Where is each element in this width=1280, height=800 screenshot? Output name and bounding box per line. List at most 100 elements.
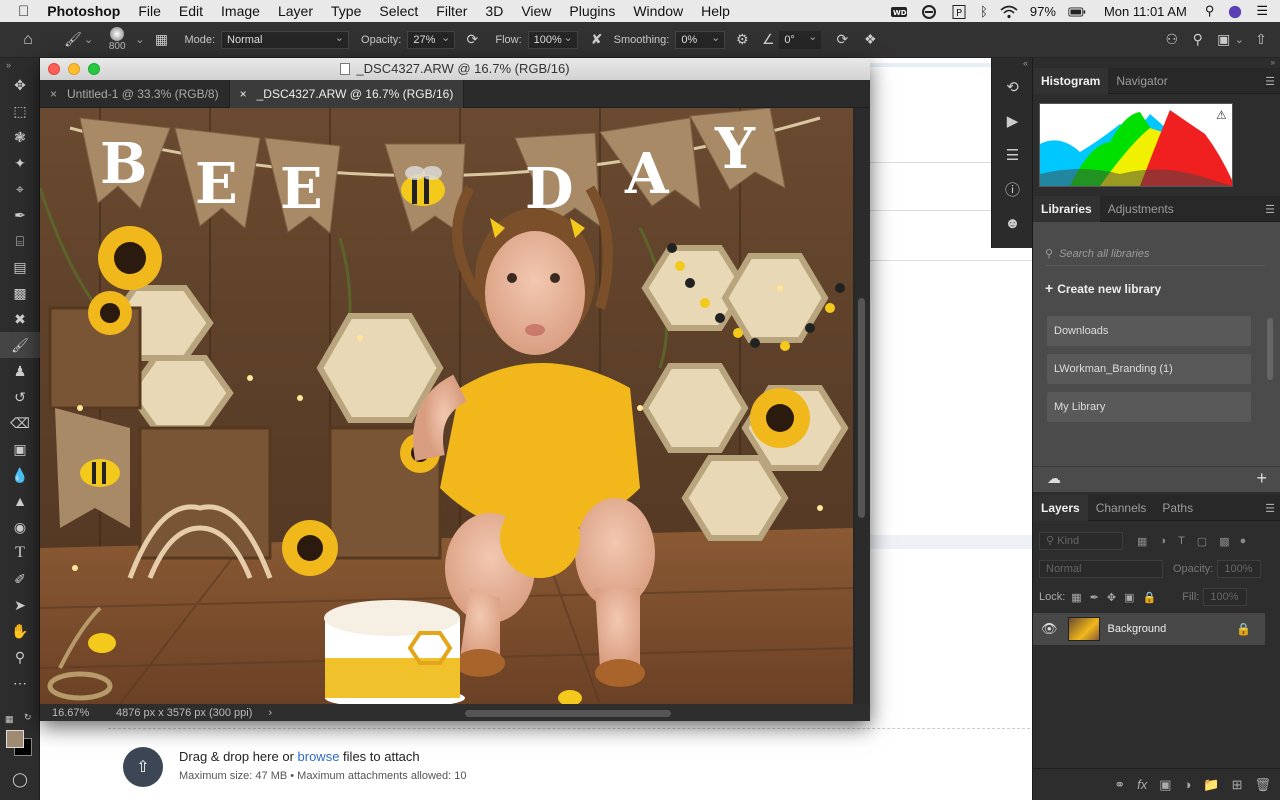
airbrush-icon[interactable]: ✘ <box>586 29 608 51</box>
type-tool-icon[interactable]: T <box>0 540 40 566</box>
apple-icon[interactable]:  <box>0 3 38 20</box>
pen-tool-icon[interactable]: ✐ <box>0 566 40 592</box>
dock-collapse-icon[interactable]: « <box>992 58 1032 70</box>
foreground-color-swatch[interactable] <box>6 730 24 748</box>
learn-panel-icon[interactable]: ☻ <box>992 206 1033 240</box>
panel-collapse-icon[interactable]: » <box>0 58 40 72</box>
clone-stamp-tool-icon[interactable]: ♟ <box>0 358 40 384</box>
blend-mode-select[interactable]: Normal <box>1039 560 1163 578</box>
menu-view[interactable]: View <box>512 3 560 19</box>
menu-3d[interactable]: 3D <box>476 3 512 19</box>
minimize-window-button[interactable] <box>68 63 80 75</box>
spot-healing-tool-icon[interactable]: ⌸ <box>0 228 40 254</box>
library-item[interactable]: My Library <box>1047 392 1251 422</box>
tab-libraries[interactable]: Libraries <box>1033 196 1100 222</box>
eyedropper-tool-icon[interactable]: ✒ <box>0 202 40 228</box>
filter-type-icon[interactable]: T <box>1178 535 1185 547</box>
close-tab-icon[interactable]: × <box>50 87 57 101</box>
crop-tool-icon[interactable]: ⌖ <box>0 176 40 202</box>
layer-name[interactable]: Background <box>1108 623 1167 635</box>
zoom-window-button[interactable] <box>88 63 100 75</box>
brush-size-chevron-icon[interactable]: ⌄ <box>135 33 144 46</box>
add-mask-icon[interactable]: ▣ <box>1159 777 1171 793</box>
layer-fill-field[interactable]: 100% <box>1203 588 1248 606</box>
menu-filter[interactable]: Filter <box>427 3 476 19</box>
dodge-tool-icon[interactable]: ◉ <box>0 514 40 540</box>
transform-tool-icon[interactable]: ✖ <box>0 306 40 332</box>
create-new-library-button[interactable]: + Create new library <box>1045 280 1161 296</box>
library-item[interactable]: LWorkman_Branding (1) <box>1047 354 1251 384</box>
brush-settings-panel-icon[interactable]: ▦ <box>150 29 172 51</box>
home-icon[interactable]: ⌂ <box>16 29 40 51</box>
library-search-input[interactable]: ⚲ Search all libraries <box>1045 242 1265 266</box>
library-item[interactable]: Downloads <box>1047 316 1251 346</box>
color-swatches[interactable]: ▦ ↻ <box>4 712 36 758</box>
menu-select[interactable]: Select <box>370 3 427 19</box>
menu-type[interactable]: Type <box>322 3 370 19</box>
histogram-warning-icon[interactable]: ⚠ <box>1216 108 1227 122</box>
sharpen-tool-icon[interactable]: ▲ <box>0 488 40 514</box>
share-export-icon[interactable]: ⇧ <box>1250 29 1272 51</box>
search-icon[interactable]: ⚲ <box>1187 29 1209 51</box>
opacity-field[interactable]: 27% <box>407 30 456 49</box>
wd-icon[interactable]: WD <box>884 3 914 19</box>
adjustment-layer-icon[interactable]: ◑ <box>1184 777 1192 792</box>
close-tab-icon[interactable]: × <box>240 87 247 101</box>
marquee-tool-icon[interactable]: ⬚ <box>0 98 40 124</box>
document-info[interactable]: 4876 px x 3576 px (300 ppi) <box>116 707 252 719</box>
workspace-chevron-icon[interactable]: ⌄ <box>1235 33 1244 46</box>
lock-artboard-icon[interactable]: ▣ <box>1124 591 1134 604</box>
more-tools-icon[interactable]: ⋯ <box>0 670 40 696</box>
gradient-tool-icon[interactable]: ▣ <box>0 436 40 462</box>
cloud-icon[interactable]: ☁ <box>1047 470 1061 487</box>
path-select-tool-icon[interactable]: ➤ <box>0 592 40 618</box>
document-title-bar[interactable]: _DSC4327.ARW @ 16.7% (RGB/16) <box>40 58 870 80</box>
pressure-size-icon[interactable]: ⟳ <box>831 29 853 51</box>
filter-toggle-icon[interactable]: ● <box>1240 535 1247 547</box>
patch-tool-icon[interactable]: ▤ <box>0 254 40 280</box>
filter-smart-object-icon[interactable]: ▩ <box>1219 535 1229 548</box>
tab-dsc4327[interactable]: × _DSC4327.ARW @ 16.7% (RGB/16) <box>229 80 465 108</box>
new-layer-icon[interactable]: ⊞ <box>1232 777 1243 793</box>
tab-histogram[interactable]: Histogram <box>1033 68 1109 94</box>
brush-preset-picker[interactable]: 800 <box>99 22 135 58</box>
menu-app-name[interactable]: Photoshop <box>38 3 129 19</box>
filter-shape-icon[interactable]: ▢ <box>1197 535 1207 548</box>
lock-position-icon[interactable]: ✥ <box>1107 591 1116 604</box>
menu-edit[interactable]: Edit <box>170 3 212 19</box>
layer-row-background[interactable]: 👁 Background 🔒 <box>1033 613 1265 645</box>
panel-menu-icon[interactable]: ☰ <box>1265 203 1275 216</box>
menu-window[interactable]: Window <box>624 3 692 19</box>
lock-all-icon[interactable]: 🔒 <box>1143 591 1157 604</box>
close-window-button[interactable] <box>48 63 60 75</box>
control-center-icon[interactable]: ☰ <box>1250 3 1280 19</box>
image-canvas[interactable]: B E E D A Y <box>40 108 853 704</box>
library-scrollbar-thumb[interactable] <box>1267 318 1273 380</box>
hand-tool-icon[interactable]: ✋ <box>0 618 40 644</box>
tab-navigator[interactable]: Navigator <box>1108 68 1175 94</box>
brush-tool-icon[interactable]: 🖌 <box>62 29 84 51</box>
angle-field[interactable]: 0° <box>779 30 822 49</box>
eraser-tool-icon[interactable]: ⌫ <box>0 410 40 436</box>
user-avatar-icon[interactable] <box>1220 3 1250 19</box>
quick-select-tool-icon[interactable]: ✦ <box>0 150 40 176</box>
quick-mask-icon[interactable]: ◯ <box>0 766 40 792</box>
wifi-icon[interactable] <box>994 3 1024 19</box>
lock-image-icon[interactable]: ✒ <box>1090 591 1099 604</box>
menu-layer[interactable]: Layer <box>269 3 322 19</box>
menu-plugins[interactable]: Plugins <box>560 3 624 19</box>
layer-kind-filter[interactable]: ⚲ Kind <box>1039 532 1123 550</box>
zoom-tool-icon[interactable]: ⚲ <box>0 644 40 670</box>
actions-panel-icon[interactable]: ▶ <box>992 104 1033 138</box>
layer-opacity-field[interactable]: 100% <box>1217 560 1262 578</box>
clock[interactable]: Mon 11:01 AM <box>1092 4 1199 19</box>
brush-tool-icon[interactable]: 🖌 <box>0 332 40 358</box>
filter-pixel-icon[interactable]: ▦ <box>1137 535 1147 548</box>
smoothing-settings-gear-icon[interactable]: ⚙ <box>731 29 753 51</box>
tab-untitled-1[interactable]: × Untitled-1 @ 33.3% (RGB/8) <box>40 80 230 108</box>
tab-channels[interactable]: Channels <box>1088 495 1155 521</box>
visibility-eye-icon[interactable]: 👁 <box>1041 621 1058 637</box>
move-tool-icon[interactable]: ✥ <box>0 72 40 98</box>
zoom-level[interactable]: 16.67% <box>52 707 104 719</box>
upload-icon[interactable]: ⇧ <box>123 747 163 787</box>
